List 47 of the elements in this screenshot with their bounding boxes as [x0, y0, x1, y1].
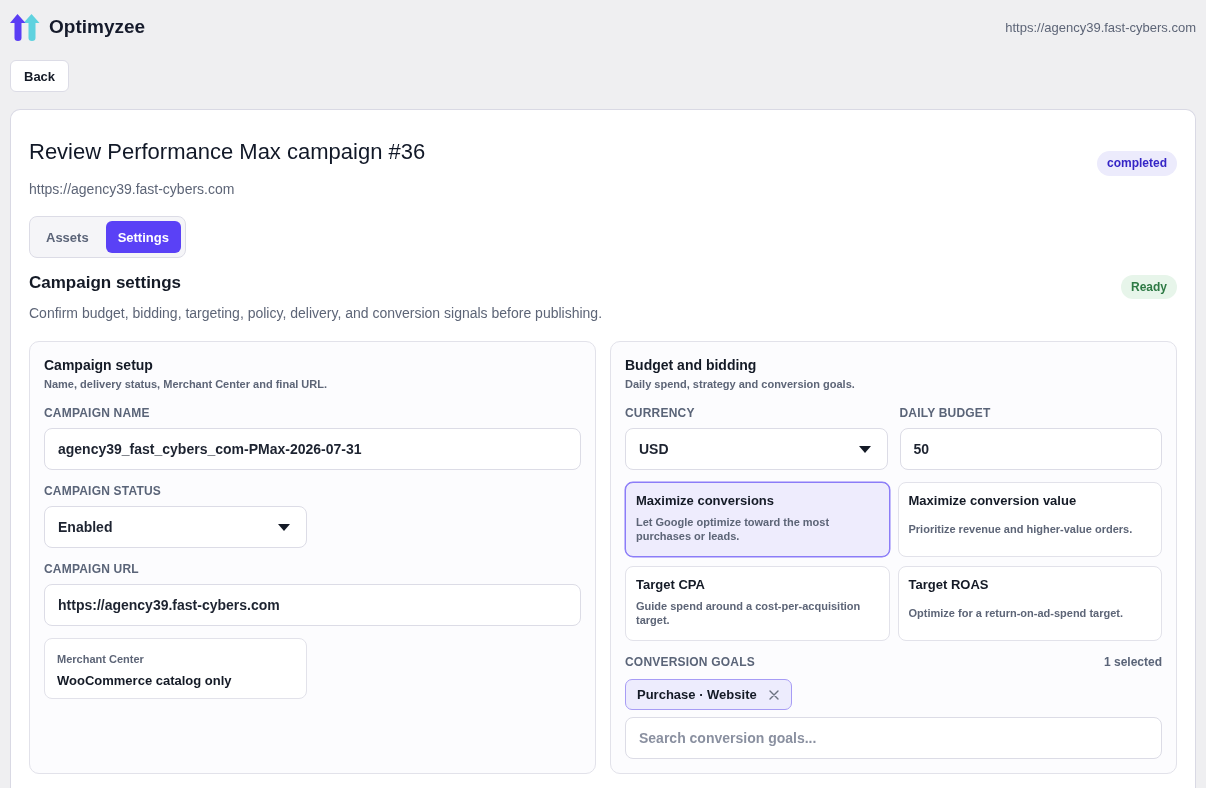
caret-down-icon: [277, 523, 290, 531]
strategy-title: Maximize conversion value: [908, 493, 1078, 509]
panel-subtitle: Name, delivery status, Merchant Center and final URL.: [44, 377, 329, 391]
field-label: CAMPAIGN URL: [44, 562, 140, 576]
back-button[interactable]: Back: [10, 60, 70, 92]
dropdown[interactable]: USD: [625, 428, 888, 470]
section-title: Campaign settings: [29, 272, 182, 294]
caret-down-icon: [858, 445, 871, 453]
goal-chip[interactable]: Purchase · Website: [625, 679, 792, 710]
strategy-description: Guide spend around a cost-per-acquisition target.: [636, 598, 862, 627]
text-field[interactable]: 50: [899, 428, 1162, 470]
strategy-option[interactable]: Maximize conversions Let Google optimize toward the most purchases or leads.: [625, 482, 890, 557]
page-title: Review Performance Max campaign #36: [29, 138, 426, 166]
field-label: DAILY BUDGET: [899, 406, 992, 420]
tab[interactable]: Settings: [105, 221, 181, 253]
campaign-url: https://agency39.fast-cybers.com: [29, 181, 236, 197]
strategy-description: Let Google optimize toward the most purchases or leads.: [636, 514, 831, 543]
panel-subtitle: Daily spend, strategy and conversion goals.: [625, 377, 856, 391]
strategy-option[interactable]: Target CPA Guide spend around a cost-per-acquisition target.: [625, 566, 890, 641]
field-label: CONVERSION GOALS: [625, 655, 755, 669]
text-field[interactable]: https://agency39.fast-cybers.com: [44, 584, 581, 626]
field-label: CAMPAIGN STATUS: [44, 484, 162, 498]
brand-name: Optimyzee: [49, 16, 146, 38]
strategy-title: Maximize conversions: [636, 493, 775, 509]
info-label: Merchant Center: [57, 652, 145, 666]
panel-title: Budget and bidding: [625, 356, 758, 374]
strategy-option[interactable]: Maximize conversion value Prioritize revenue and higher-value orders.: [897, 482, 1162, 557]
panel-title: Campaign setup: [44, 356, 154, 374]
site-url: https://agency39.fast-cybers.com: [1005, 19, 1196, 35]
strategy-title: Target ROAS: [908, 577, 990, 593]
strategy-description: Prioritize revenue and higher-value orders.: [908, 521, 1133, 536]
dropdown[interactable]: Enabled: [44, 506, 307, 548]
section-description: Confirm budget, bidding, targeting, policy, delivery, and conversion signals before publishing.: [29, 304, 604, 322]
info-value: WooCommerce catalog only: [57, 673, 233, 689]
tab[interactable]: Assets: [34, 221, 101, 253]
search-field[interactable]: Search conversion goals...: [625, 717, 1162, 759]
text-field[interactable]: agency39_fast_cybers_com-PMax-2026-07-31: [44, 428, 581, 470]
close-icon[interactable]: [768, 689, 779, 700]
field-label: CURRENCY: [625, 406, 696, 420]
status-badge: completed: [1097, 151, 1177, 176]
field-label: CAMPAIGN NAME: [44, 406, 151, 420]
selection-count: 1 selected: [1103, 655, 1162, 669]
status-badge: Ready: [1120, 275, 1177, 299]
arrows-logo-icon: [10, 13, 40, 41]
strategy-description: Optimize for a return-on-ad-spend target.: [908, 605, 1123, 620]
strategy-option[interactable]: Target ROAS Optimize for a return-on-ad-spend target.: [897, 566, 1162, 641]
strategy-title: Target CPA: [636, 577, 706, 593]
